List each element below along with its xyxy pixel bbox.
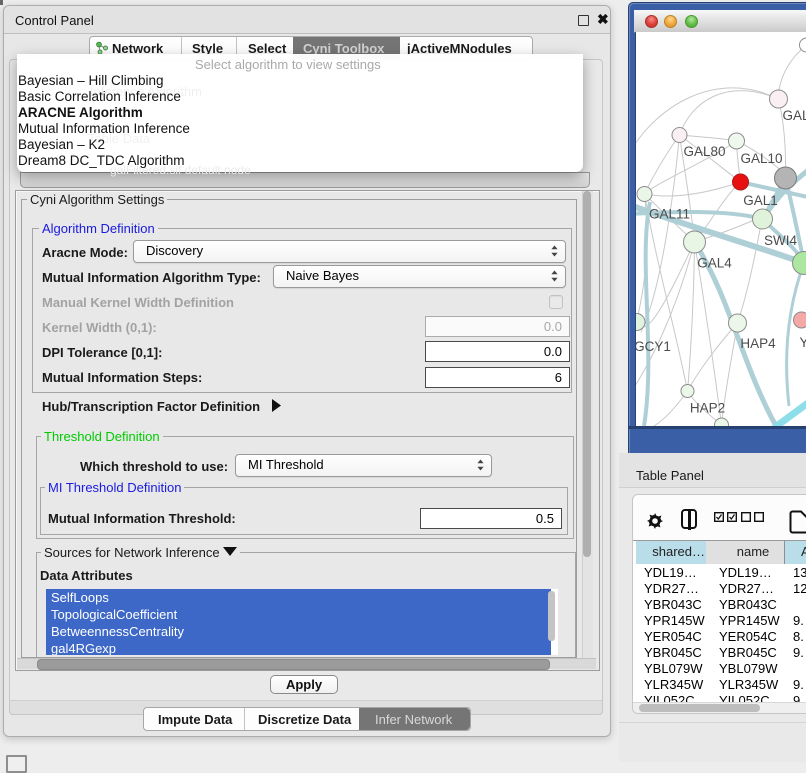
- svg-text:GAL11: GAL11: [648, 207, 689, 222]
- svg-text:GAL: GAL: [782, 108, 806, 123]
- svg-text:GAL1: GAL1: [743, 193, 778, 208]
- svg-text:GCY1: GCY1: [636, 339, 671, 354]
- svg-text:GAL80: GAL80: [683, 144, 725, 159]
- svg-text:SWI4: SWI4: [763, 233, 796, 248]
- svg-text:GAL10: GAL10: [740, 151, 782, 166]
- svg-text:HAP2: HAP2: [689, 401, 724, 416]
- svg-text:HAP4: HAP4: [740, 336, 776, 351]
- svg-text:GAL4: GAL4: [697, 256, 732, 271]
- svg-text:Y: Y: [799, 335, 806, 350]
